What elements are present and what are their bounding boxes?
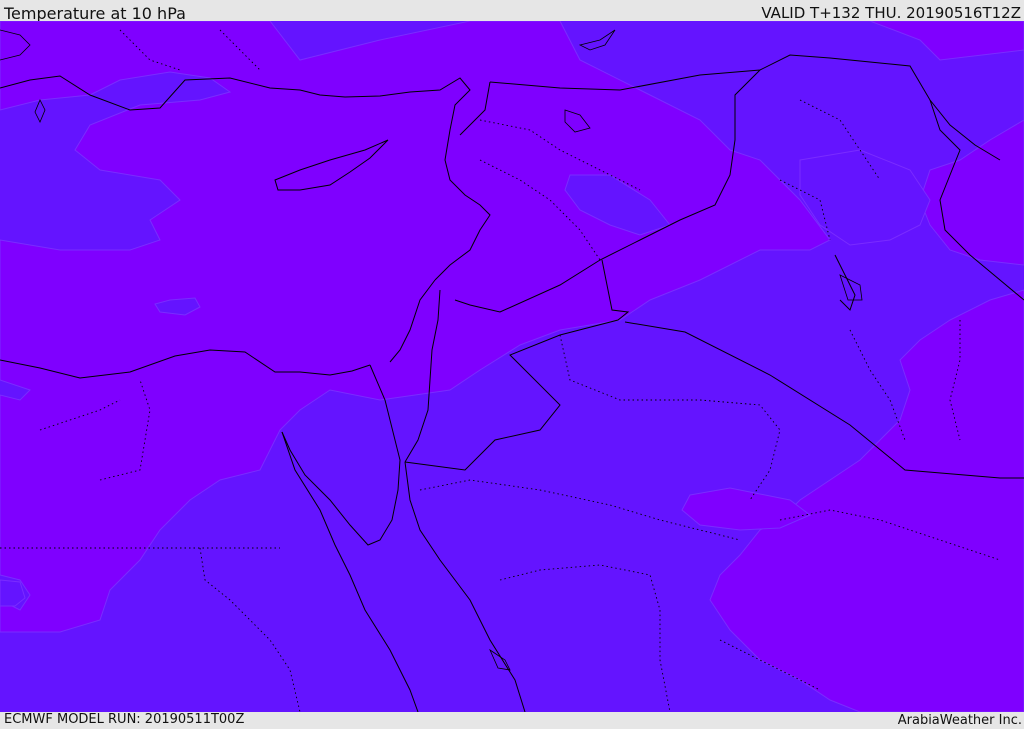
model-run-label: ECMWF MODEL RUN: 20190511T00Z [4,712,245,727]
map-title: Temperature at 10 hPa [4,4,186,23]
temperature-map[interactable] [0,21,1024,712]
credit-label: ArabiaWeather Inc. [897,713,1022,728]
valid-time-label: VALID T+132 THU. 20190516T12Z [761,4,1021,22]
footer-bar: ECMWF MODEL RUN: 20190511T00Z ArabiaWeat… [0,712,1024,729]
header-bar: Temperature at 10 hPa VALID T+132 THU. 2… [0,0,1024,23]
